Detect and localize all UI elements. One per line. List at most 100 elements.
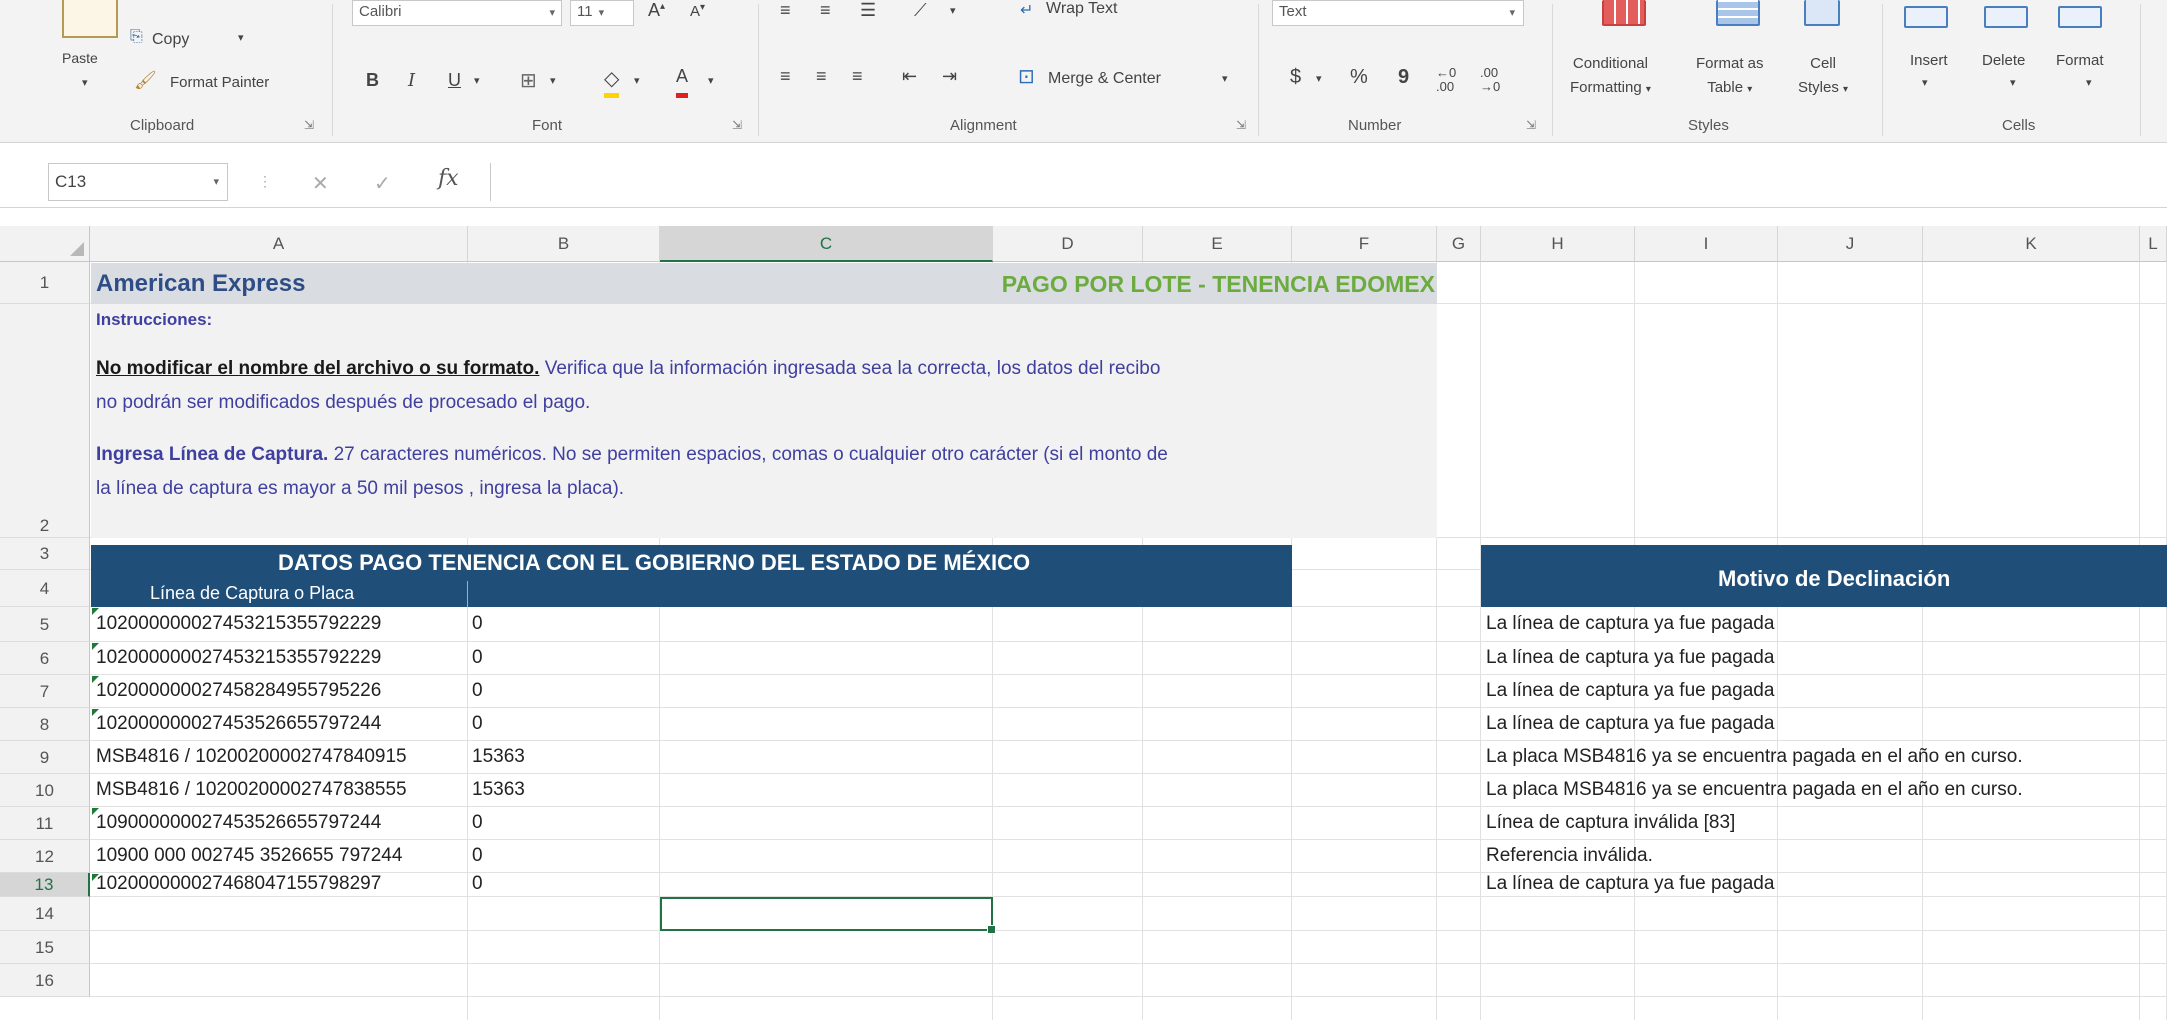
increase-indent-icon[interactable]: ⇥ xyxy=(942,66,957,87)
fill-color-dropdown[interactable]: ▾ xyxy=(634,74,640,87)
cell-a-11[interactable]: 109000000027453526655797244 xyxy=(96,812,468,834)
cell-a-12[interactable]: 10900 000 002745 3526655 797244 xyxy=(96,845,468,867)
borders-icon[interactable]: ⊞ xyxy=(520,68,537,93)
column-header-e[interactable]: E xyxy=(1143,226,1292,262)
delete-dropdown[interactable]: ▾ xyxy=(2010,76,2016,89)
column-header-d[interactable]: D xyxy=(993,226,1143,262)
row-header-6[interactable]: 6 xyxy=(0,642,90,675)
cell-h-13[interactable]: La línea de captura ya fue pagada xyxy=(1486,873,2167,895)
clipboard-launcher-icon[interactable]: ⇲ xyxy=(304,118,314,132)
cancel-icon[interactable]: ✕ xyxy=(312,171,329,196)
cell-b-5[interactable]: 0 xyxy=(472,613,652,635)
column-header-c[interactable]: C xyxy=(660,226,993,262)
percent-button[interactable]: % xyxy=(1350,66,1368,89)
cell-h-10[interactable]: La placa MSB4816 ya se encuentra pagada … xyxy=(1486,779,2167,801)
italic-button[interactable]: I xyxy=(408,70,415,91)
row-header-4[interactable]: 4 xyxy=(0,570,90,607)
orientation-icon[interactable]: ⟋ xyxy=(914,0,927,21)
borders-dropdown[interactable]: ▾ xyxy=(550,74,556,87)
copy-dropdown[interactable]: ▾ xyxy=(238,31,244,44)
conditional-formatting-button[interactable]: Conditional Formatting ▾ xyxy=(1570,52,1651,102)
cell-a-10[interactable]: MSB4816 / 10200200002747838555 xyxy=(96,779,468,801)
alignment-launcher-icon[interactable]: ⇲ xyxy=(1236,118,1246,132)
column-header-k[interactable]: K xyxy=(1923,226,2140,262)
row-header-9[interactable]: 9 xyxy=(0,741,90,774)
row-header-5[interactable]: 5 xyxy=(0,607,90,642)
wrap-text-button[interactable]: Wrap Text xyxy=(1046,0,1117,18)
row-header-7[interactable]: 7 xyxy=(0,675,90,708)
cell-b-9[interactable]: 15363 xyxy=(472,746,652,768)
font-color-button[interactable]: A xyxy=(676,66,689,98)
merge-center-button[interactable]: Merge & Center xyxy=(1048,70,1161,88)
bold-button[interactable]: B xyxy=(366,70,379,91)
column-header-j[interactable]: J xyxy=(1778,226,1923,262)
row-header-13[interactable]: 13 xyxy=(0,873,90,897)
shrink-font-button[interactable]: A▾ xyxy=(690,2,705,20)
cell-h-9[interactable]: La placa MSB4816 ya se encuentra pagada … xyxy=(1486,746,2167,768)
comma-style-button[interactable]: 9 xyxy=(1398,66,1409,89)
row-header-16[interactable]: 16 xyxy=(0,964,90,997)
row-header-1[interactable]: 1 xyxy=(0,262,90,304)
insert-dropdown[interactable]: ▾ xyxy=(1922,76,1928,89)
cell-b-7[interactable]: 0 xyxy=(472,680,652,702)
increase-decimal-icon[interactable]: ←0.00 xyxy=(1436,66,1456,94)
row-header-10[interactable]: 10 xyxy=(0,774,90,807)
cell-a-5[interactable]: 10200000002745321535579222​9 xyxy=(96,613,468,635)
column-header-h[interactable]: H xyxy=(1481,226,1635,262)
font-size-combo[interactable]: 11 ▾ xyxy=(570,0,634,26)
number-format-combo[interactable]: Text ▾ xyxy=(1272,0,1524,26)
paste-button[interactable]: Paste xyxy=(62,50,98,66)
enter-icon[interactable]: ✓ xyxy=(374,171,391,196)
font-name-combo[interactable]: Calibri ▾ xyxy=(352,0,562,26)
format-dropdown[interactable]: ▾ xyxy=(2086,76,2092,89)
cell-styles-button[interactable]: Cell Styles ▾ xyxy=(1798,52,1848,102)
name-box[interactable]: C13 ▾ xyxy=(48,163,228,201)
column-header-f[interactable]: F xyxy=(1292,226,1437,262)
paste-dropdown[interactable]: ▾ xyxy=(82,76,88,89)
font-launcher-icon[interactable]: ⇲ xyxy=(732,118,742,132)
row-header-3[interactable]: 3 xyxy=(0,538,90,570)
row-header-11[interactable]: 11 xyxy=(0,807,90,840)
row-header-2[interactable]: 2 xyxy=(0,304,90,538)
currency-dropdown[interactable]: ▾ xyxy=(1316,72,1322,85)
decrease-decimal-icon[interactable]: .00 →0 xyxy=(1480,66,1500,94)
paste-icon[interactable] xyxy=(62,0,118,38)
selected-cell-c13[interactable] xyxy=(660,897,996,934)
select-all-button[interactable] xyxy=(0,226,90,262)
cell-h-6[interactable]: La línea de captura ya fue pagada xyxy=(1486,647,2167,669)
cell-b-12[interactable]: 0 xyxy=(472,845,652,867)
delete-cells-button[interactable]: Delete xyxy=(1982,52,2025,69)
column-header-b[interactable]: B xyxy=(468,226,660,262)
column-header-a[interactable]: A xyxy=(90,226,468,262)
copy-button[interactable]: Copy xyxy=(152,31,189,49)
cell-b-8[interactable]: 0 xyxy=(472,713,652,735)
align-right-icon[interactable]: ≡ xyxy=(852,66,863,87)
number-launcher-icon[interactable]: ⇲ xyxy=(1526,118,1536,132)
row-header-15[interactable]: 15 xyxy=(0,931,90,964)
align-center-icon[interactable]: ≡ xyxy=(816,66,827,87)
cell-a-6[interactable]: 102000000027453215355792229 xyxy=(96,647,468,669)
cell-h-8[interactable]: La línea de captura ya fue pagada xyxy=(1486,713,2167,735)
formula-input[interactable] xyxy=(490,163,2167,201)
middle-align-icon[interactable]: ≡ xyxy=(820,0,831,21)
format-as-table-button[interactable]: Format as Table ▾ xyxy=(1696,52,1764,102)
cell-h-11[interactable]: Línea de captura inválida [83] xyxy=(1486,812,2167,834)
top-align-icon[interactable]: ≡ xyxy=(780,0,791,21)
grow-font-button[interactable]: A▴ xyxy=(648,0,665,21)
cell-b-13[interactable]: 0 xyxy=(472,873,652,895)
column-header-g[interactable]: G xyxy=(1437,226,1481,262)
column-header-l[interactable]: L xyxy=(2140,226,2167,262)
insert-function-button[interactable]: fx xyxy=(438,166,459,191)
underline-dropdown[interactable]: ▾ xyxy=(474,74,480,87)
cell-b-6[interactable]: 0 xyxy=(472,647,652,669)
cell-b-11[interactable]: 0 xyxy=(472,812,652,834)
format-painter-button[interactable]: Format Painter xyxy=(170,74,269,91)
cell-a-9[interactable]: MSB4816 / 10200200002747840915 xyxy=(96,746,468,768)
row-header-8[interactable]: 8 xyxy=(0,708,90,741)
currency-button[interactable]: $ xyxy=(1290,66,1301,89)
cell-h-5[interactable]: La línea de captura ya fue pagada xyxy=(1486,613,2167,635)
format-cells-button[interactable]: Format xyxy=(2056,52,2104,69)
orientation-dropdown[interactable]: ▾ xyxy=(950,4,956,17)
row-header-12[interactable]: 12 xyxy=(0,840,90,873)
align-left-icon[interactable]: ≡ xyxy=(780,66,791,87)
